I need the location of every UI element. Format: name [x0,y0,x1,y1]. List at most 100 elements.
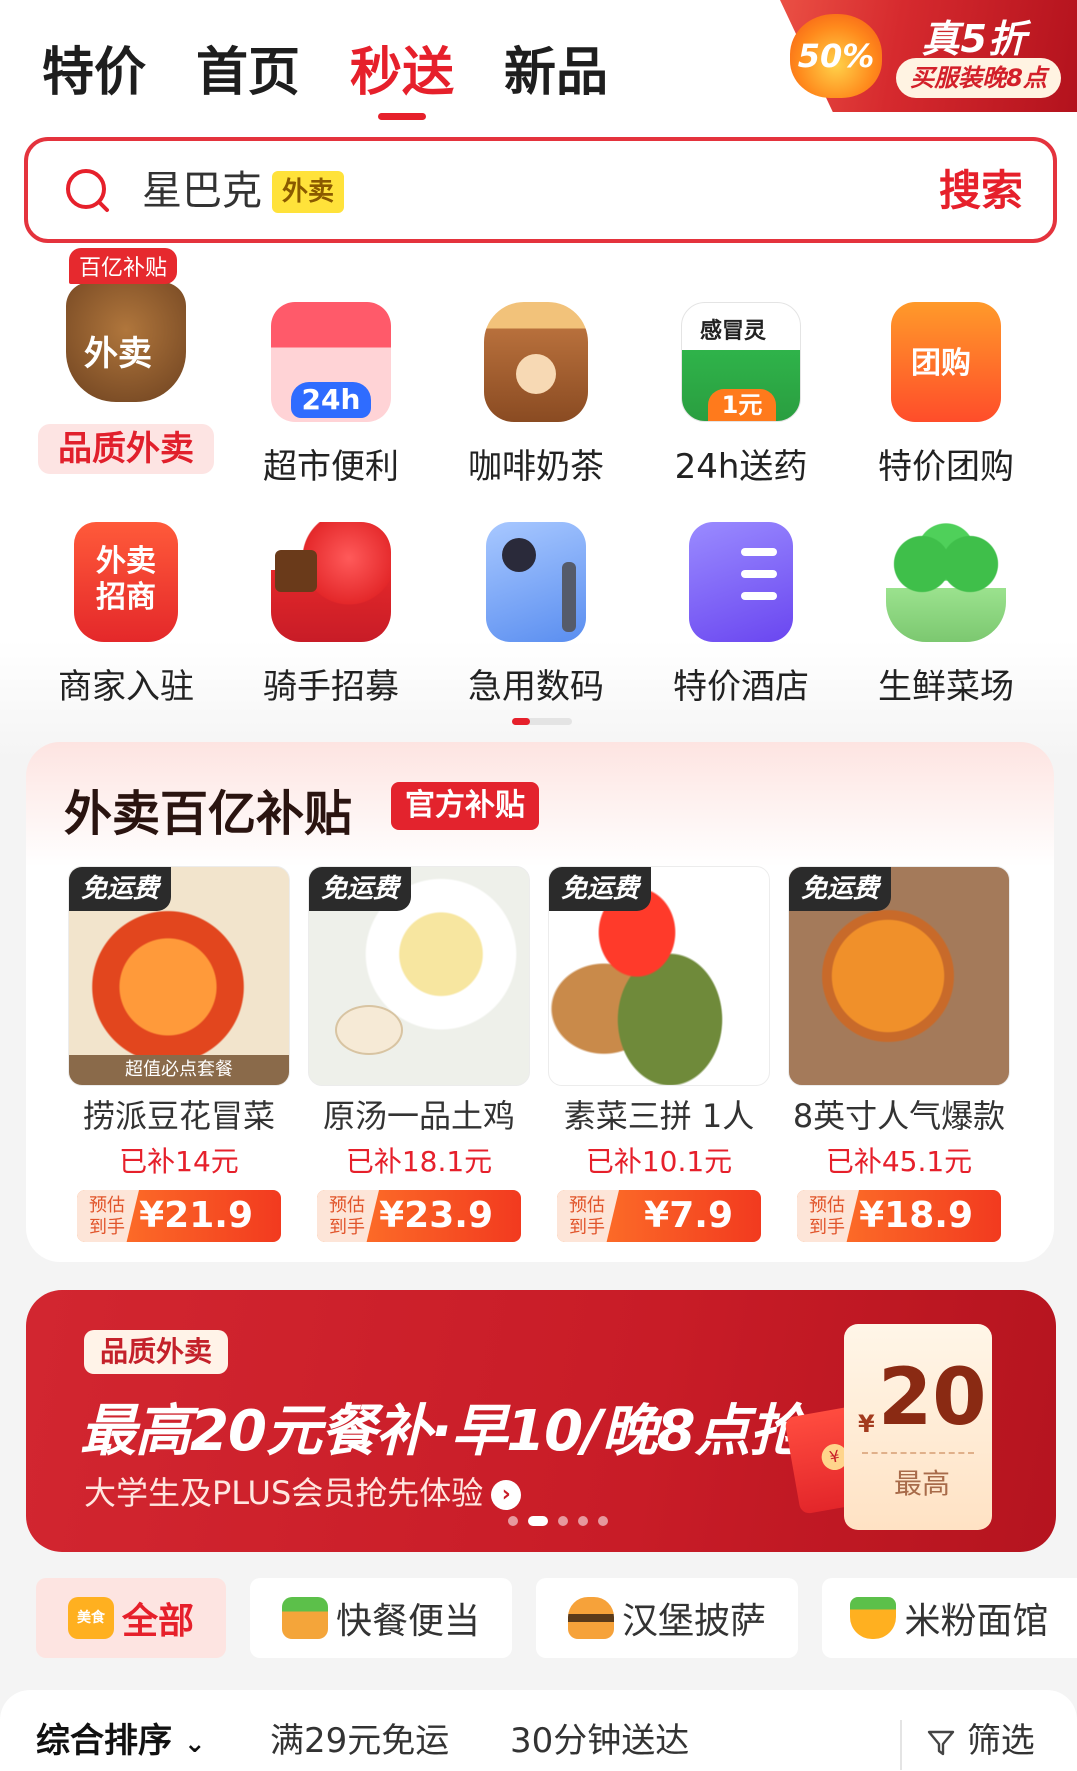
coupon-card: ¥ 20 最高 [844,1324,992,1530]
filter-free-delivery[interactable]: 满29元免运 [270,1718,449,1764]
tab-instant-delivery[interactable]: 秒送 [350,38,454,120]
chevron-right-icon: › [491,1480,522,1510]
product-card[interactable]: 免运费 8英寸人气爆款 已补45.1元 预估到手 ¥18.9 [788,866,1010,1242]
tab-deals[interactable]: 特价 [42,38,146,108]
price-estimate-label: 预估到手 [77,1190,139,1242]
search-bar[interactable]: 星巴克 外卖 搜索 [24,137,1057,243]
category-medicine[interactable]: 感冒灵 1元 24h送药 [646,302,836,490]
product-name: 素菜三拼 1人 [563,1097,755,1135]
pager-dot [598,1516,608,1526]
pager-dot [558,1516,568,1526]
category-digital[interactable]: 急用数码 [441,522,631,710]
price-pill[interactable]: 预估到手 ¥21.9 [77,1190,281,1242]
price-pill[interactable]: 预估到手 ¥7.9 [557,1190,761,1242]
product-subsidy: 已补18.1元 [345,1145,493,1178]
filter-button[interactable]: 筛选 [926,1718,1035,1764]
category-label: 商家入驻 [58,667,194,707]
coupon-divider [862,1452,974,1454]
product-subsidy: 已补14元 [119,1145,239,1178]
group-buy-ticket-icon: 团购 [891,302,1001,422]
divider [900,1720,902,1770]
product-price: ¥7.9 [644,1195,733,1236]
subsidy-title: 外卖百亿补贴 [64,786,353,842]
takeout-bag-icon: 外卖 [66,282,186,402]
funnel-icon [927,1730,955,1755]
chip-noodles[interactable]: 米粉面馆 [822,1578,1077,1658]
price-pill[interactable]: 预估到手 ¥23.9 [317,1190,521,1242]
food-box-icon [275,550,317,592]
tab-new[interactable]: 新品 [504,38,608,108]
free-shipping-badge: 免运费 [549,867,652,911]
category-pager [512,718,572,725]
product-price: ¥23.9 [379,1195,493,1236]
chip-fast-food[interactable]: 快餐便当 [250,1578,512,1658]
price-estimate-label: 预估到手 [317,1190,379,1242]
category-merchant-join[interactable]: 外卖招商 商家入驻 [31,522,221,710]
pager-active-dot [528,1516,548,1526]
pager-active-dot [512,718,530,725]
product-name: 捞派豆花冒菜 [82,1097,275,1135]
medicine-box-icon: 感冒灵 1元 [681,302,801,422]
coffee-bean-icon [516,354,556,394]
broccoli-icon [886,522,1006,642]
hotel-building-icon [689,522,793,642]
free-shipping-badge: 免运费 [789,867,892,911]
sort-dropdown[interactable]: 综合排序 ⌄ [36,1718,206,1767]
category-fresh-produce[interactable]: 生鲜菜场 [851,522,1041,710]
category-rider-recruit[interactable]: 骑手招募 [236,522,426,710]
category-hotel[interactable]: 特价酒店 [646,522,836,710]
tab-home[interactable]: 首页 [196,38,300,108]
store-icon-text: 24h [291,382,371,418]
category-label: 特价酒店 [673,667,809,707]
chip-label: 汉堡披萨 [621,1601,766,1642]
product-card[interactable]: 免运费 原汤一品土鸡 已补18.1元 预估到手 ¥23.9 [308,866,530,1242]
subsidy-card: 外卖百亿补贴 官方补贴 免运费 超值必点套餐 捞派豆花冒菜 已补14元 预估到手… [26,742,1054,1262]
product-subsidy: 已补45.1元 [825,1145,973,1178]
product-image: 免运费 [788,866,1010,1086]
pager-dot [578,1516,588,1526]
category-group-buy[interactable]: 团购 特价团购 [851,302,1041,490]
pager-dot [508,1516,518,1526]
food-icon: 美食 [67,1597,114,1639]
search-button[interactable]: 搜索 [939,163,1023,219]
product-image: 免运费 [548,866,770,1086]
coupon-label: 最高 [894,1467,951,1500]
category-label: 急用数码 [468,667,604,707]
category-label: 骑手招募 [263,667,399,707]
free-shipping-badge: 免运费 [309,867,412,911]
camera-lens-icon [502,538,536,572]
chevron-down-icon: ⌄ [183,1729,206,1759]
price-pill[interactable]: 预估到手 ¥18.9 [797,1190,1001,1242]
rider-scooter-icon [271,522,391,642]
noodle-bowl-icon [850,1597,897,1639]
category-label: 超市便利 [263,447,399,487]
chip-label: 全部 [121,1601,194,1642]
product-name: 8英寸人气爆款 [792,1097,1006,1135]
product-image: 免运费 [308,866,530,1086]
chip-label: 快餐便当 [335,1601,480,1642]
product-card[interactable]: 免运费 超值必点套餐 捞派豆花冒菜 已补14元 预估到手 ¥21.9 [68,866,290,1242]
filter-30min[interactable]: 30分钟送达 [510,1718,689,1764]
hotel-line [741,592,777,600]
coupon-currency: ¥ [858,1410,875,1438]
meal-subsidy-banner[interactable]: 品质外卖 最高20元餐补·早10/晚8点抢 大学生及PLUS会员抢先体验 › ¥ … [26,1290,1056,1552]
price-estimate-label: 预估到手 [557,1190,619,1242]
product-price: ¥18.9 [859,1195,973,1236]
product-card[interactable]: 免运费 素菜三拼 1人 已补10.1元 预估到手 ¥7.9 [548,866,770,1242]
chip-burger-pizza[interactable]: 汉堡披萨 [536,1578,798,1658]
category-quality-takeout[interactable]: 外卖 百亿补贴 品质外卖 [31,248,221,474]
product-image-caption: 超值必点套餐 [69,1055,289,1085]
category-coffee-tea[interactable]: 咖啡奶茶 [441,302,631,490]
price-estimate-label: 预估到手 [797,1190,859,1242]
burger-icon [567,1597,614,1639]
search-input[interactable]: 星巴克 [142,163,262,219]
medicine-icon-price: 1元 [708,389,776,421]
chip-all[interactable]: 美食 全部 [36,1578,226,1658]
group-buy-icon-text: 团购 [911,346,971,381]
category-label: 特价团购 [878,447,1014,487]
cable-icon [562,562,576,632]
product-name: 原汤一品土鸡 [322,1097,515,1135]
category-supermarket[interactable]: 24h 超市便利 [236,302,426,490]
store-24h-icon: 24h [271,302,391,422]
bun-icon [335,1005,403,1055]
